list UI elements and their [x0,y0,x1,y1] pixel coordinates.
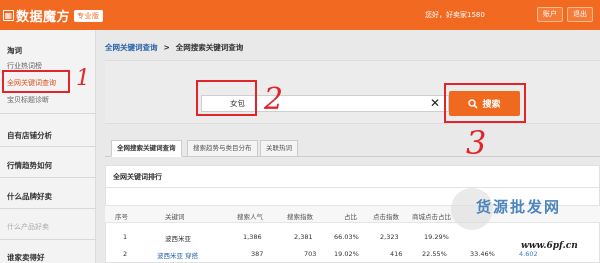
sidebar-item-brand[interactable]: 什么品牌好卖 [0,191,96,202]
breadcrumb-separator: > [163,43,170,52]
watermark-text: 货源批发网 [476,198,562,216]
tab-trend-category[interactable]: 搜索趋势与类目分布 [187,140,258,157]
sidebar-item-product[interactable]: 什么产品好卖 [0,222,96,232]
divider [105,187,600,188]
sidebar-item-seller[interactable]: 谁家卖得好 [0,252,96,263]
sidebar-item-title-diagnosis[interactable]: 宝贝标题诊断 [0,95,96,105]
account-button[interactable]: 账户 [537,7,563,22]
table-cell: 387 [251,250,264,258]
breadcrumb-current: 全网搜索关键词查询 [175,43,244,52]
sidebar-divider [0,239,96,240]
grid-icon: ▦ [3,10,14,21]
table-title: 全网关键词排行 [113,173,162,181]
tab-related-words[interactable]: 关联热词 [260,140,298,157]
top-bar: ▦ 数据魔方 专业版 您好，好卖家1580 账户 退出 [0,0,600,30]
table-cell: 2,381 [294,233,313,241]
table-cell: 1 [123,233,128,241]
watermark-url: www.6pf.cn [521,241,578,251]
tab-keyword-query[interactable]: 全网搜索关键词查询 [111,140,182,157]
table-cell: 4.602 [519,250,538,258]
table-cell: 33.46% [470,250,495,258]
breadcrumb: 全网关键词查询 > 全网搜索关键词查询 [105,42,243,53]
highlight-box-input [196,80,257,116]
annotation-number: 2 [264,82,284,117]
table-cell: 66.03% [334,233,359,241]
edition-badge: 专业版 [74,9,103,22]
table-cell: 19.02% [334,250,359,258]
column-header[interactable]: 占比 [344,211,357,221]
sidebar-head-taoci[interactable]: 淘词 [0,45,96,56]
table-cell: 2,323 [380,233,399,241]
page: ▦ 数据魔方 专业版 您好，好卖家1580 账户 退出 淘词 行业热词榜 全网关… [0,0,600,263]
sidebar-item-market-trend[interactable]: 行情趋势如何 [0,160,96,171]
column-header[interactable]: 搜索指数 [287,211,313,221]
breadcrumb-link[interactable]: 全网关键词查询 [105,43,158,52]
table-cell: 416 [390,250,403,258]
sidebar-divider [0,177,96,178]
app-title: 数据魔方 [16,10,71,25]
keyword-cell[interactable]: 波西米亚 [165,233,191,243]
table-cell: 703 [304,250,317,258]
table-cell: 2 [123,250,128,258]
annotation-number: 3 [466,124,487,162]
close-icon[interactable]: ✕ [429,95,441,112]
logout-button[interactable]: 退出 [567,7,593,22]
logo[interactable]: ▦ 数据魔方 专业版 [3,6,103,25]
table-cell: 19.29% [424,233,449,241]
column-header[interactable]: 搜索人气 [237,211,263,221]
column-header: 序号 [115,213,128,221]
table-cell: 1,386 [243,233,262,241]
sidebar-divider [0,113,96,114]
annotation-number: 1 [76,66,90,91]
highlight-box-button [444,83,526,123]
sidebar-divider [0,208,96,209]
column-header[interactable]: 关键词 [165,211,185,221]
column-header[interactable]: 商城点击占比 [412,211,451,221]
sidebar-divider [0,146,96,147]
welcome-text: 您好，好卖家1580 [425,11,485,19]
table-cell: 22.55% [422,250,447,258]
keyword-cell[interactable]: 波西米亚 穿搭 [157,250,198,260]
highlight-box-sidebar [2,70,70,93]
sidebar-item-shop-analysis[interactable]: 自有店铺分析 [0,130,96,141]
column-header[interactable]: 点击指数 [373,211,399,221]
